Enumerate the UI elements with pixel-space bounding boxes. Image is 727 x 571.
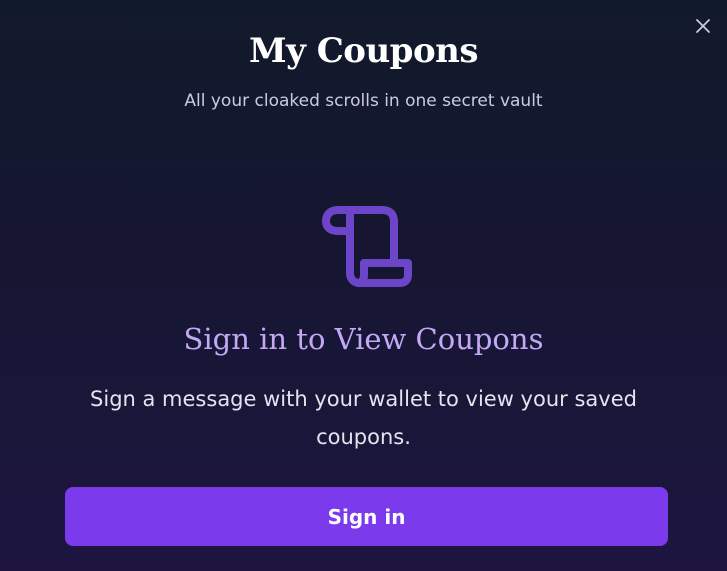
modal-title: My Coupons (249, 31, 479, 71)
sign-in-button[interactable]: Sign in (65, 487, 668, 546)
scroll-icon (322, 206, 412, 287)
signin-description: Sign a message with your wallet to view … (90, 387, 637, 449)
signin-heading: Sign in to View Coupons (183, 322, 544, 356)
coupons-modal: My Coupons All your cloaked scrolls in o… (0, 0, 727, 571)
modal-subtitle: All your cloaked scrolls in one secret v… (184, 91, 543, 111)
